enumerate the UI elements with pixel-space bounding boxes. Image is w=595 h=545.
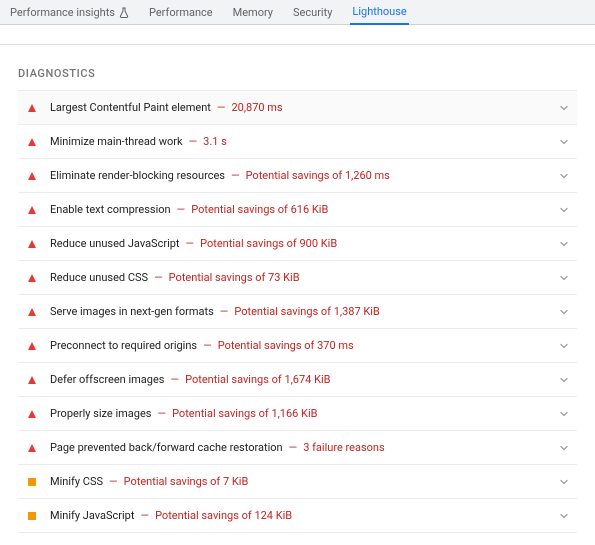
flask-icon xyxy=(119,7,129,18)
diagnostic-detail: Potential savings of 900 KiB xyxy=(200,237,337,250)
diagnostic-detail: Potential savings of 370 ms xyxy=(218,339,354,352)
diagnostic-detail: 3.1 s xyxy=(203,135,227,148)
separator: — xyxy=(109,475,118,488)
error-triangle-icon xyxy=(24,138,40,146)
diagnostic-item[interactable]: Reduce unused JavaScript — Potential savin… xyxy=(18,227,577,261)
warning-square-icon xyxy=(24,512,40,520)
chevron-down-icon xyxy=(559,273,569,283)
diagnostics-heading: DIAGNOSTICS xyxy=(18,67,577,80)
subheader-strip xyxy=(0,25,595,45)
diagnostic-item[interactable]: Minify CSS — Potential savings of 7 KiB xyxy=(18,465,577,499)
chevron-down-icon xyxy=(559,409,569,419)
devtools-tabbar: Performance insights Performance Memory … xyxy=(0,0,595,25)
diagnostic-item[interactable]: Serve images in next-gen formats — Potenti… xyxy=(18,295,577,329)
diagnostic-label: Properly size images xyxy=(50,407,151,420)
tab-security[interactable]: Security xyxy=(291,0,334,24)
chevron-down-icon xyxy=(559,205,569,215)
diagnostic-detail: 20,870 ms xyxy=(231,101,282,114)
diagnostic-label: Minify CSS xyxy=(50,475,103,488)
separator: — xyxy=(231,169,240,182)
error-triangle-icon xyxy=(24,444,40,452)
diagnostic-detail: Potential savings of 7 KiB xyxy=(124,475,249,488)
lighthouse-content: DIAGNOSTICS Largest Contentful Paint ele… xyxy=(0,45,595,543)
chevron-down-icon xyxy=(559,477,569,487)
error-triangle-icon xyxy=(24,376,40,384)
error-triangle-icon xyxy=(24,104,40,112)
diagnostic-item[interactable]: Reduce unused CSS — Potential savings of 7… xyxy=(18,261,577,295)
chevron-down-icon xyxy=(559,137,569,147)
separator: — xyxy=(203,339,212,352)
tab-label: Performance insights xyxy=(10,6,115,19)
tab-memory[interactable]: Memory xyxy=(231,0,275,24)
chevron-down-icon xyxy=(559,443,569,453)
diagnostic-item[interactable]: Defer offscreen images — Potential savings… xyxy=(18,363,577,397)
diagnostic-label: Reduce unused JavaScript xyxy=(50,237,180,250)
warning-square-icon xyxy=(24,478,40,486)
separator: — xyxy=(140,509,149,522)
chevron-down-icon xyxy=(559,341,569,351)
error-triangle-icon xyxy=(24,240,40,248)
error-triangle-icon xyxy=(24,308,40,316)
separator: — xyxy=(157,407,166,420)
diagnostic-label: Serve images in next-gen formats xyxy=(50,305,214,318)
diagnostic-item[interactable]: Properly size images — Potential savings o… xyxy=(18,397,577,431)
chevron-down-icon xyxy=(559,511,569,521)
diagnostic-label: Page prevented back/forward cache restor… xyxy=(50,441,283,454)
tab-performance-insights[interactable]: Performance insights xyxy=(8,0,131,24)
diagnostic-label: Eliminate render-blocking resources xyxy=(50,169,225,182)
chevron-down-icon xyxy=(559,375,569,385)
tab-label: Performance xyxy=(149,6,213,19)
error-triangle-icon xyxy=(24,172,40,180)
separator: — xyxy=(177,203,186,216)
diagnostic-item[interactable]: Minify JavaScript — Potential savings of 1… xyxy=(18,499,577,533)
diagnostic-detail: Potential savings of 124 KiB xyxy=(155,509,292,522)
diagnostic-item[interactable]: Enable text compression — Potential saving… xyxy=(18,193,577,227)
diagnostic-detail: Potential savings of 73 KiB xyxy=(169,271,300,284)
diagnostic-label: Minimize main-thread work xyxy=(50,135,183,148)
diagnostic-detail: Potential savings of 1,166 KiB xyxy=(172,407,317,420)
tab-label: Memory xyxy=(233,6,273,19)
chevron-down-icon xyxy=(559,103,569,113)
error-triangle-icon xyxy=(24,342,40,350)
error-triangle-icon xyxy=(24,274,40,282)
separator: — xyxy=(186,237,195,250)
diagnostic-detail: Potential savings of 1,387 KiB xyxy=(234,305,379,318)
separator: — xyxy=(217,101,226,114)
diagnostic-detail: Potential savings of 1,674 KiB xyxy=(185,373,330,386)
diagnostic-label: Preconnect to required origins xyxy=(50,339,197,352)
tab-label: Security xyxy=(293,6,332,19)
chevron-down-icon xyxy=(559,239,569,249)
tab-label: Lighthouse xyxy=(352,5,406,18)
tab-performance[interactable]: Performance xyxy=(147,0,215,24)
separator: — xyxy=(289,441,298,454)
separator: — xyxy=(189,135,198,148)
diagnostic-detail: Potential savings of 616 KiB xyxy=(191,203,328,216)
diagnostic-item[interactable]: Page prevented back/forward cache restor… xyxy=(18,431,577,465)
diagnostic-label: Reduce unused CSS xyxy=(50,271,148,284)
chevron-down-icon xyxy=(559,171,569,181)
diagnostic-label: Largest Contentful Paint element xyxy=(50,101,211,114)
diagnostic-label: Enable text compression xyxy=(50,203,171,216)
diagnostics-list: Largest Contentful Paint element — 20,870 … xyxy=(18,90,577,533)
error-triangle-icon xyxy=(24,410,40,418)
diagnostic-item[interactable]: Eliminate render-blocking resources — Pote… xyxy=(18,159,577,193)
diagnostic-detail: 3 failure reasons xyxy=(303,441,384,454)
chevron-down-icon xyxy=(559,307,569,317)
diagnostic-item[interactable]: Minimize main-thread work — 3.1 s xyxy=(18,125,577,159)
separator: — xyxy=(170,373,179,386)
diagnostic-item[interactable]: Largest Contentful Paint element — 20,870 … xyxy=(18,90,577,125)
diagnostic-label: Defer offscreen images xyxy=(50,373,164,386)
diagnostic-detail: Potential savings of 1,260 ms xyxy=(246,169,390,182)
diagnostic-label: Minify JavaScript xyxy=(50,509,134,522)
tab-lighthouse[interactable]: Lighthouse xyxy=(350,1,408,25)
separator: — xyxy=(154,271,163,284)
separator: — xyxy=(220,305,229,318)
diagnostic-item[interactable]: Preconnect to required origins — Potential… xyxy=(18,329,577,363)
error-triangle-icon xyxy=(24,206,40,214)
